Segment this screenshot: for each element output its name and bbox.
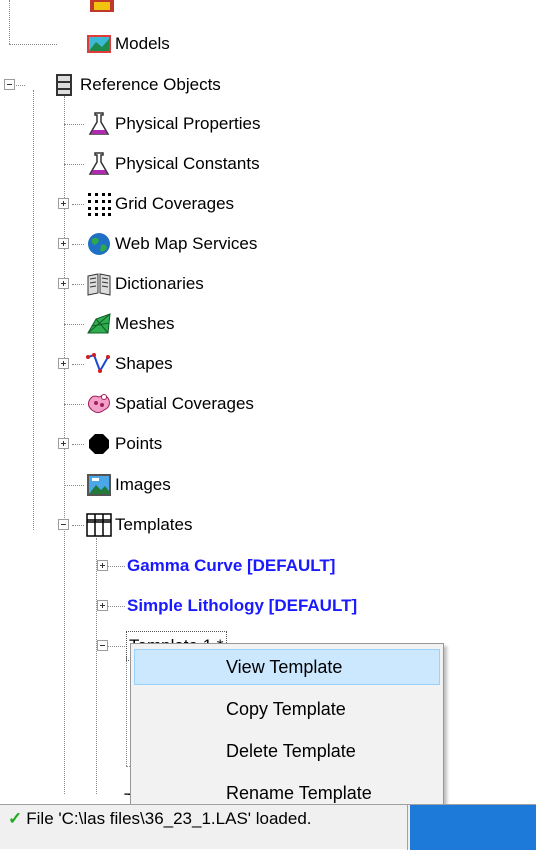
grid-icon (86, 191, 112, 217)
collapse-toggle[interactable] (4, 79, 15, 90)
tree-label: Reference Objects (80, 75, 221, 94)
collapse-toggle[interactable] (97, 640, 108, 651)
tree-label: Web Map Services (115, 234, 258, 253)
expand-toggle[interactable] (58, 358, 69, 369)
tree-item-grid-coverages[interactable]: Grid Coverages (86, 190, 234, 218)
tree-label: Meshes (115, 314, 175, 333)
collapse-toggle[interactable] (58, 519, 69, 530)
mesh-icon (86, 311, 112, 337)
status-panel: ✓ File 'C:\las files\36_23_1.LAS' loaded… (0, 805, 408, 850)
tree-item-images[interactable]: Images (86, 471, 171, 499)
flask-icon (86, 151, 112, 177)
partial-icon (90, 0, 114, 14)
tree-item-physical-constants[interactable]: Physical Constants (86, 150, 260, 178)
tree-label: Shapes (115, 354, 173, 373)
expand-toggle[interactable] (58, 198, 69, 209)
tree-item-templates[interactable]: Templates (86, 511, 192, 539)
globe-icon (86, 231, 112, 257)
tree-item-simple-lithology[interactable]: Simple Lithology [DEFAULT] (127, 592, 357, 620)
tree-label: Models (115, 34, 170, 53)
flask-icon (86, 111, 112, 137)
reference-objects-icon (51, 72, 77, 98)
models-icon (86, 31, 112, 57)
tree-item-gamma-curve[interactable]: Gamma Curve [DEFAULT] (127, 552, 335, 580)
image-icon (86, 472, 112, 498)
tree-label: Images (115, 475, 171, 494)
tree-label: Physical Constants (115, 154, 260, 173)
tree-item-points[interactable]: Points (86, 430, 162, 458)
tree-item-physical-properties[interactable]: Physical Properties (86, 110, 261, 138)
menu-item-copy-template[interactable]: Copy Template (134, 691, 440, 727)
tree-item-spatial-coverages[interactable]: Spatial Coverages (86, 390, 254, 418)
context-menu: View Template Copy Template Delete Templ… (130, 643, 444, 831)
menu-item-delete-template[interactable]: Delete Template (134, 733, 440, 769)
status-bar: ✓ File 'C:\las files\36_23_1.LAS' loaded… (0, 804, 536, 850)
tree-item-dictionaries[interactable]: Dictionaries (86, 270, 204, 298)
menu-item-view-template[interactable]: View Template (134, 649, 440, 685)
tree-label: Grid Coverages (115, 194, 235, 213)
expand-toggle[interactable] (58, 438, 69, 449)
template-table-icon (86, 512, 112, 538)
status-message: File 'C:\las files\36_23_1.LAS' loaded. (26, 809, 312, 828)
tree-label: Templates (115, 515, 193, 534)
expand-toggle[interactable] (97, 560, 108, 571)
tree-label: Dictionaries (115, 274, 204, 293)
check-icon: ✓ (8, 809, 23, 828)
expand-toggle[interactable] (58, 278, 69, 289)
shape-icon (86, 351, 112, 377)
book-icon (86, 271, 112, 297)
point-icon (86, 431, 112, 457)
expand-toggle[interactable] (97, 600, 108, 611)
tree-label: Points (115, 434, 163, 453)
tree-label: Gamma Curve [DEFAULT] (127, 556, 336, 575)
tree-item-models[interactable]: Models (86, 30, 170, 58)
tree-label: Physical Properties (115, 114, 261, 133)
tree-item-shapes[interactable]: Shapes (86, 350, 173, 378)
tree-label: Simple Lithology [DEFAULT] (127, 596, 358, 615)
tree-item-web-map-services[interactable]: Web Map Services (86, 230, 257, 258)
status-progress-panel (410, 805, 536, 850)
tree-item-reference-objects[interactable]: Reference Objects (27, 71, 221, 99)
expand-toggle[interactable] (58, 238, 69, 249)
tree-item-meshes[interactable]: Meshes (86, 310, 175, 338)
tree-label: Spatial Coverages (115, 394, 254, 413)
spatial-coverage-icon (86, 391, 112, 417)
